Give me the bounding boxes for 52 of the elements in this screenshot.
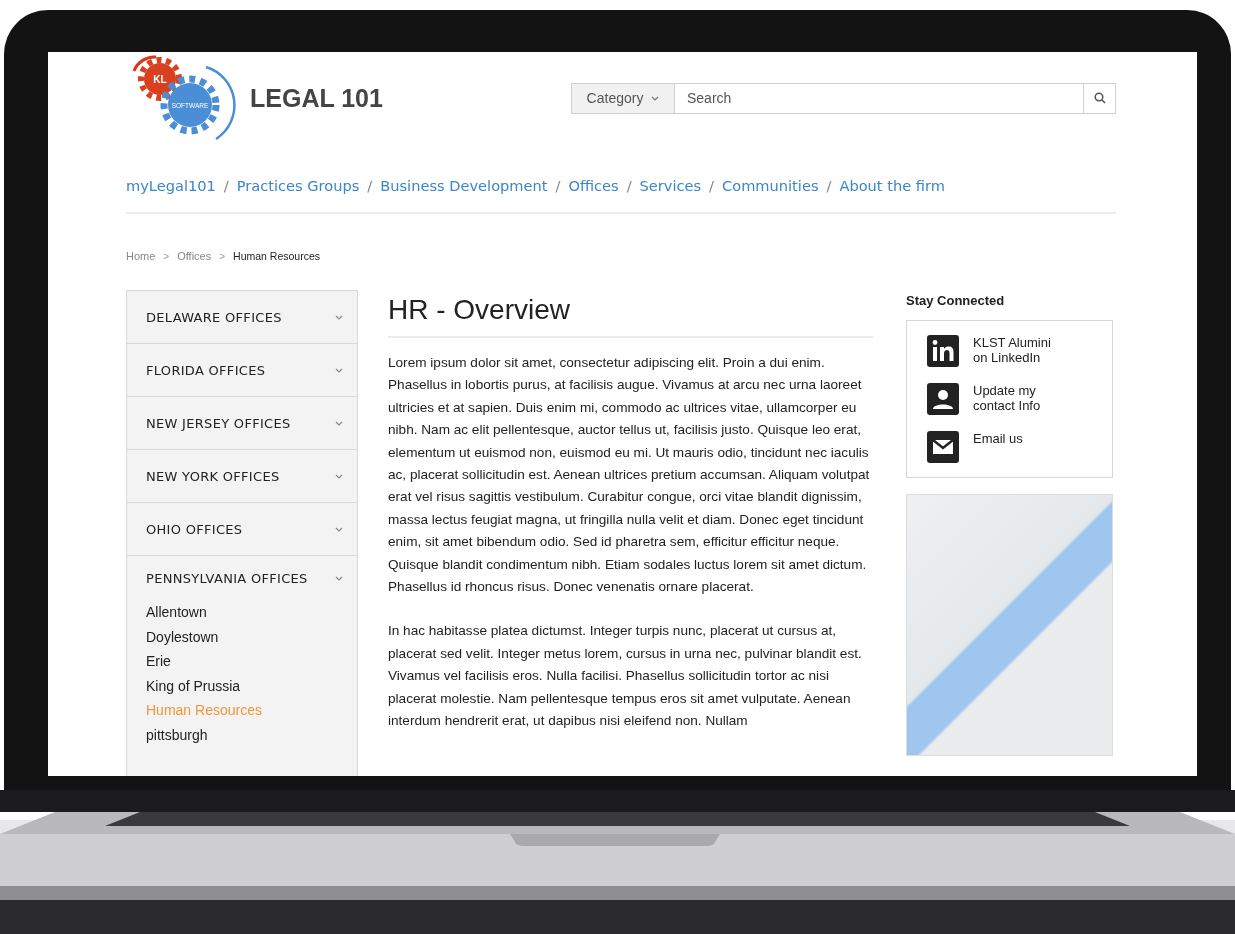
search-button[interactable] (1084, 82, 1116, 114)
chevron-down-icon (651, 95, 660, 101)
body-paragraph: Lorem ipsum dolor sit amet, consectetur adipiscing elit. Proin a dui enim. Phasellus in lobortis purus, at facilisis augue. Vivamus at arcu nec urna laoreet ultricies et at sapien. Duis enim mi, commodo ac ultrices vitae, ullamcorper eu nibh. Nam ac elit pellentesque, auctor tellus ut, facilisis justo. Quisque leo erat, elementum ut euismod non, euismod eu mi. Ut mauris odio, tincidunt nec iaculis ac, placerat sollicitudin est. Aenean ultrices pretium accumsan. Aliquam volutpat erat vel risus sagittis vestibulum. Curabitur congue, orci vitae blandit dignissim, massa lectus feugiat magna, ut fringilla nulla velit et diam. Donec eget tincidunt enim, sit amet bibendum odio. Sed id pharetra sem, efficitur efficitur neque. Quisque blandit condimentum nibh. Etiam sodales luctus lorem sit amet dictum. Phasellus id rhoncus risus. Donec venenatis ornare placerat. (388, 354, 871, 597)
sidebar-link[interactable]: pittsburgh (146, 722, 208, 747)
nav-separator: / (367, 177, 373, 194)
accordion-header[interactable]: NEW YORK OFFICES (127, 450, 357, 502)
chevron-down-icon (335, 420, 343, 426)
accordion-header[interactable]: DELAWARE OFFICES (127, 291, 357, 343)
chevron-down-icon (335, 473, 343, 479)
nav-separator: / (826, 177, 832, 194)
connect-link[interactable]: Email us (973, 431, 1023, 446)
envelope-icon[interactable] (927, 431, 959, 463)
chevron-down-icon (335, 367, 343, 373)
search-field[interactable]: Search (675, 82, 1084, 114)
person-icon[interactable] (927, 383, 959, 415)
nav-link[interactable]: About the firm (839, 177, 945, 194)
category-dropdown[interactable]: Category (571, 82, 675, 114)
section-heading: Stay Connected (906, 293, 1006, 308)
nav-link[interactable]: Communities (722, 177, 819, 194)
accordion-header[interactable]: OHIO OFFICES (127, 503, 357, 555)
nav-link[interactable]: Offices (568, 177, 619, 194)
nav-link[interactable]: Services (639, 177, 702, 194)
sidebar-link[interactable]: Allentown (146, 600, 207, 625)
accordion-header[interactable]: NEW JERSEY OFFICES (127, 397, 357, 449)
accordion-header[interactable]: PENNSYLVANIA OFFICES (127, 556, 357, 600)
nav-link[interactable]: Practices Groups (236, 177, 360, 194)
breadcrumb-separator: > (163, 250, 170, 262)
search-icon (1093, 92, 1106, 104)
accordion-header[interactable]: FLORIDA OFFICES (127, 344, 357, 396)
nav-separator: / (626, 177, 632, 194)
sidebar-link[interactable]: Doylestown (146, 624, 219, 649)
nav-link[interactable]: myLegal101 (126, 177, 216, 194)
site-title: LEGAL 101 (250, 83, 383, 113)
breadcrumb-link[interactable]: Human Resources (233, 250, 320, 262)
nav-link[interactable]: Business Development (380, 177, 548, 194)
connect-link[interactable]: KLST Alumini on LinkedIn (973, 335, 1051, 365)
page-heading: HR - Overview (388, 294, 873, 338)
body-paragraph: In hac habitasse platea dictumst. Integer turpis nunc, placerat ut cursus at, placerat sed velit. Integer metus lorem, cursus in urna nec, pulvinar blandit est. Vivamus vel facilisis eros. Nulla facilisi. Phasellus sollicitudin tortor ac nisi placerat molestie. Nam pellentesque tempus eros sit amet vulputate. Aenean interdum hendrerit erat, ut dapibus nisi eleifend non. Nullam (388, 622, 863, 731)
connect-link[interactable]: Update my contact Info (973, 383, 1041, 413)
breadcrumb-link[interactable]: Offices (177, 250, 212, 262)
chevron-down-icon (335, 314, 343, 320)
breadcrumb-separator: > (219, 250, 226, 262)
chevron-down-icon (335, 526, 343, 532)
sidebar-link[interactable]: King of Prussia (146, 673, 241, 698)
nav-separator: / (555, 177, 561, 194)
breadcrumb-link[interactable]: Home (126, 250, 156, 262)
nav-separator: / (709, 177, 714, 194)
sidebar-link[interactable]: Erie (146, 649, 171, 674)
nav-separator: / (223, 177, 229, 194)
linkedin-icon[interactable] (927, 335, 959, 367)
logo-badge-text: KL (153, 74, 167, 85)
chevron-down-icon (335, 575, 343, 581)
